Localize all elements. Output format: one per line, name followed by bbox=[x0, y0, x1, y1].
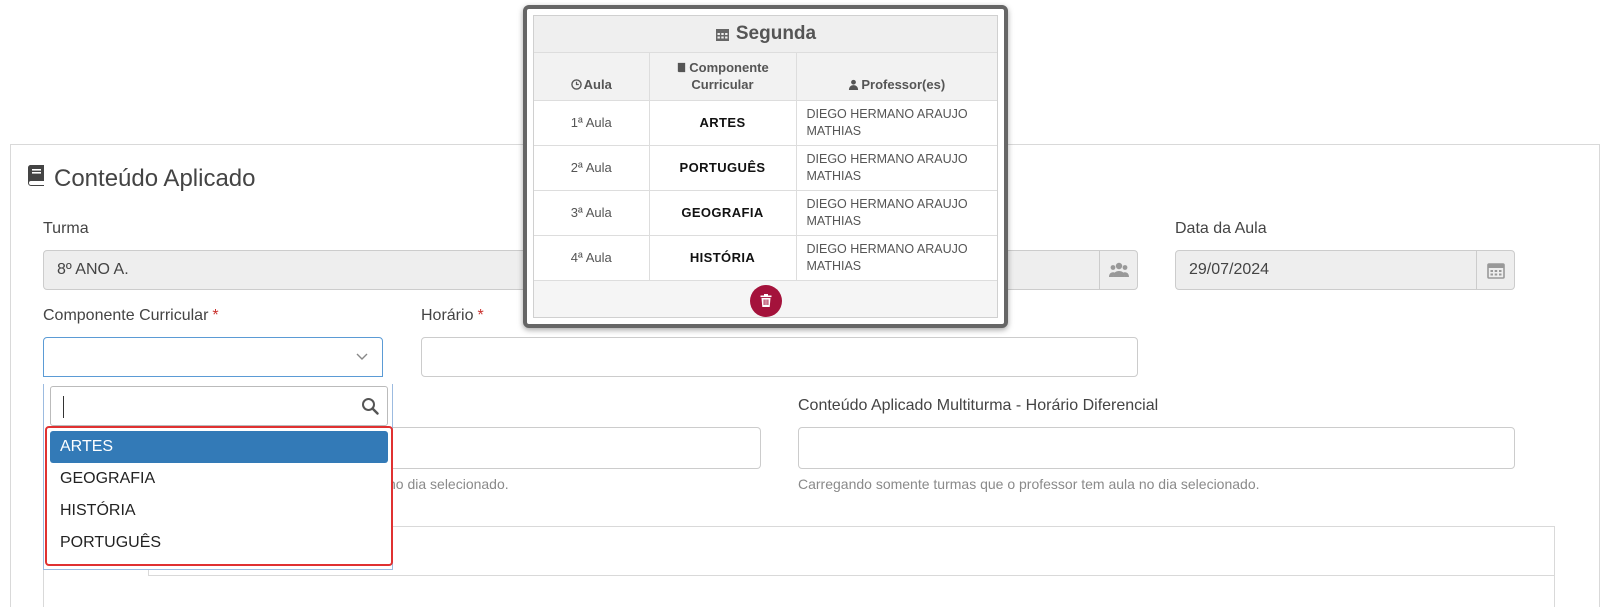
row-professor: DIEGO HERMANO ARAUJO MATHIAS bbox=[796, 145, 997, 191]
table-row[interactable]: 2ª Aula PORTUGUÊS DIEGO HERMANO ARAUJO MA… bbox=[534, 145, 997, 191]
delete-button[interactable] bbox=[749, 284, 782, 317]
calendar-icon[interactable] bbox=[1476, 251, 1514, 289]
horario-field[interactable] bbox=[421, 337, 1138, 377]
book-icon bbox=[678, 62, 686, 72]
row-componente: ARTES bbox=[649, 100, 797, 146]
dropdown-option-artes[interactable]: ARTES bbox=[50, 431, 388, 463]
data-value: 29/07/2024 bbox=[1189, 261, 1270, 278]
multiturma-label: Conteúdo Aplicado Multiturma - Horário D… bbox=[798, 397, 1159, 414]
chevron-down-icon bbox=[356, 353, 368, 360]
row-aula: 2ª Aula bbox=[534, 145, 650, 191]
trash-icon bbox=[760, 294, 771, 307]
dropdown-option-portugues[interactable]: PORTUGUÊS bbox=[50, 527, 388, 559]
row-professor: DIEGO HERMANO ARAUJO MATHIAS bbox=[796, 235, 997, 281]
schedule-table: Aula Componente Curricular Professor(es) … bbox=[534, 53, 997, 281]
multiturma-field[interactable] bbox=[798, 427, 1515, 469]
book-icon bbox=[26, 164, 46, 193]
schedule-popup: Segunda Aula Componente Curricular Profes… bbox=[523, 5, 1008, 328]
schedule-day: Segunda bbox=[735, 23, 817, 44]
dropdown-option-historia[interactable]: HISTÓRIA bbox=[50, 495, 388, 527]
componente-label: Componente Curricular * bbox=[43, 307, 219, 324]
row-componente: HISTÓRIA bbox=[649, 235, 797, 281]
row-componente: GEOGRAFIA bbox=[649, 190, 797, 236]
dropdown-options: ARTES GEOGRAFIA HISTÓRIA PORTUGUÊS bbox=[45, 426, 393, 566]
header-aula: Aula bbox=[534, 53, 650, 101]
row-aula: 4ª Aula bbox=[534, 235, 650, 281]
turmas-help: no dia selecionado. bbox=[388, 476, 509, 492]
row-componente: PORTUGUÊS bbox=[649, 145, 797, 191]
turmas-field[interactable] bbox=[380, 427, 761, 469]
users-icon[interactable] bbox=[1099, 251, 1137, 289]
multiturma-help: Carregando somente turmas que o professo… bbox=[798, 476, 1260, 492]
header-professor: Professor(es) bbox=[796, 53, 997, 101]
schedule-day-header: Segunda bbox=[534, 16, 997, 53]
user-icon bbox=[849, 79, 859, 90]
row-professor: DIEGO HERMANO ARAUJO MATHIAS bbox=[796, 190, 997, 236]
panel-title-text: Conteúdo Aplicado bbox=[54, 164, 256, 192]
row-aula: 3ª Aula bbox=[534, 190, 650, 236]
table-row[interactable]: 1ª Aula ARTES DIEGO HERMANO ARAUJO MATHIA… bbox=[534, 100, 997, 146]
turma-label: Turma bbox=[43, 220, 89, 237]
componente-select[interactable] bbox=[43, 337, 383, 377]
componente-required: * bbox=[212, 307, 219, 324]
clock-icon bbox=[570, 78, 582, 90]
horario-required: * bbox=[477, 307, 484, 324]
dropdown-option-geografia[interactable]: GEOGRAFIA bbox=[50, 463, 388, 495]
text-caret bbox=[63, 396, 64, 418]
data-label: Data da Aula bbox=[1175, 220, 1267, 237]
row-professor: DIEGO HERMANO ARAUJO MATHIAS bbox=[796, 100, 997, 146]
row-aula: 1ª Aula bbox=[534, 100, 650, 146]
table-row[interactable]: 3ª Aula GEOGRAFIA DIEGO HERMANO ARAUJO MA… bbox=[534, 190, 997, 236]
turma-value: 8º ANO A. bbox=[57, 261, 129, 278]
data-field[interactable]: 29/07/2024 bbox=[1175, 250, 1515, 290]
table-row[interactable]: 4ª Aula HISTÓRIA DIEGO HERMANO ARAUJO MAT… bbox=[534, 235, 997, 281]
header-componente: Componente Curricular bbox=[649, 53, 797, 101]
schedule-popup-body: Segunda Aula Componente Curricular Profes… bbox=[533, 15, 998, 318]
schedule-popup-footer bbox=[534, 281, 997, 321]
search-icon bbox=[362, 398, 379, 415]
horario-label: Horário * bbox=[421, 307, 484, 324]
calendar-icon bbox=[715, 28, 729, 41]
dropdown-search-input[interactable] bbox=[50, 386, 388, 426]
panel-title: Conteúdo Aplicado bbox=[26, 164, 256, 193]
